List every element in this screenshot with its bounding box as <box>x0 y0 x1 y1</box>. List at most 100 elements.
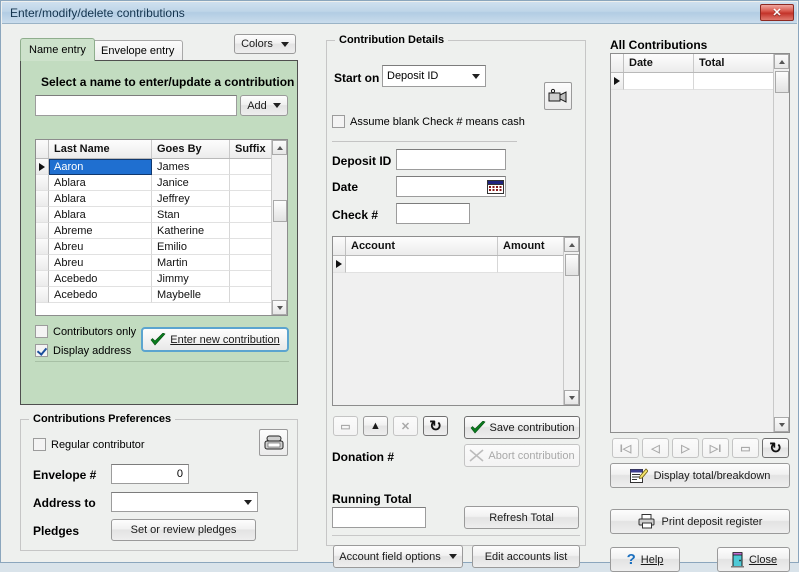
table-row[interactable]: Ablara Stan <box>36 207 287 223</box>
all-contributions-scrollbar[interactable] <box>773 54 789 432</box>
cell-last-name[interactable]: Acebedo <box>49 287 152 303</box>
cell-goes-by[interactable]: James <box>152 159 230 175</box>
column-header-account[interactable]: Account <box>346 237 498 255</box>
window-close-button[interactable]: ✕ <box>760 4 794 21</box>
cell-suffix[interactable] <box>230 255 272 271</box>
table-row[interactable] <box>333 256 579 273</box>
video-capture-button[interactable] <box>544 82 572 110</box>
add-button[interactable]: Add <box>240 95 288 116</box>
contributors-only-checkbox[interactable]: Contributors only <box>35 325 136 338</box>
cell-last-name[interactable]: Abreme <box>49 223 152 239</box>
table-row[interactable]: Ablara Janice <box>36 175 287 191</box>
phone-icon-button[interactable] <box>259 429 288 456</box>
column-header-amount[interactable]: Amount <box>498 237 563 255</box>
display-total-breakdown-button[interactable]: Display total/breakdown <box>610 463 790 488</box>
all-contributions-grid[interactable]: Date Total <box>610 53 790 433</box>
cell-suffix[interactable] <box>230 159 272 175</box>
running-total-input[interactable] <box>332 507 426 528</box>
edit-accounts-list-button[interactable]: Edit accounts list <box>472 545 580 568</box>
envelope-number-input[interactable]: 0 <box>111 464 189 484</box>
assume-blank-check-cash-checkbox[interactable]: Assume blank Check # means cash <box>332 115 525 128</box>
column-header-total[interactable]: Total <box>694 54 766 72</box>
cell-suffix[interactable] <box>230 191 272 207</box>
scroll-thumb[interactable] <box>565 254 579 276</box>
account-field-options-button[interactable]: Account field options <box>333 545 463 568</box>
table-row[interactable]: Abreme Katherine <box>36 223 287 239</box>
cell-goes-by[interactable]: Martin <box>152 255 230 271</box>
close-button[interactable]: Close <box>717 547 790 572</box>
cell-amount[interactable] <box>498 256 563 273</box>
scroll-down-button[interactable] <box>272 300 287 315</box>
refresh-button[interactable]: ↻ <box>762 438 789 458</box>
scroll-down-button[interactable] <box>564 390 579 405</box>
cell-suffix[interactable] <box>230 287 272 303</box>
cell-last-name[interactable]: Ablara <box>49 207 152 223</box>
names-grid[interactable]: Last Name Goes By Suffix Aaron James Ablar… <box>35 139 288 316</box>
cell-suffix[interactable] <box>230 175 272 191</box>
cell-goes-by[interactable]: Katherine <box>152 223 230 239</box>
regular-contributor-checkbox[interactable]: Regular contributor <box>33 438 145 451</box>
cell-last-name[interactable]: Abreu <box>49 239 152 255</box>
names-grid-scrollbar[interactable] <box>271 140 287 315</box>
cell-last-name[interactable]: Ablara <box>49 191 152 207</box>
insert-record-button[interactable]: ▲ <box>363 416 388 436</box>
cell-goes-by[interactable]: Emilio <box>152 239 230 255</box>
set-review-pledges-button[interactable]: Set or review pledges <box>111 519 256 541</box>
cell-suffix[interactable] <box>230 239 272 255</box>
cell-last-name[interactable]: Ablara <box>49 175 152 191</box>
refresh-total-button[interactable]: Refresh Total <box>464 506 579 529</box>
save-contribution-button[interactable]: Save contribution <box>464 416 580 439</box>
chevron-down-icon <box>472 74 480 79</box>
table-row[interactable] <box>611 73 789 90</box>
start-on-combo[interactable]: Deposit ID <box>382 65 486 87</box>
cell-suffix[interactable] <box>230 207 272 223</box>
deposit-id-input[interactable] <box>396 149 506 170</box>
cell-suffix[interactable] <box>230 223 272 239</box>
column-header-last-name[interactable]: Last Name <box>49 140 152 158</box>
scroll-up-button[interactable] <box>774 54 789 69</box>
display-address-label: Display address <box>53 344 132 357</box>
cancel-icon <box>469 449 484 462</box>
table-row[interactable]: Aaron James <box>36 159 287 175</box>
name-search-input[interactable] <box>35 95 237 116</box>
table-row[interactable]: Abreu Martin <box>36 255 287 271</box>
address-to-combo[interactable] <box>111 492 258 512</box>
cell-last-name[interactable]: Abreu <box>49 255 152 271</box>
display-address-checkbox[interactable]: Display address <box>35 344 131 357</box>
cell-goes-by[interactable]: Stan <box>152 207 230 223</box>
cell-account[interactable] <box>346 256 498 273</box>
cell-total[interactable] <box>694 73 766 90</box>
check-number-input[interactable] <box>396 203 470 224</box>
help-button[interactable]: ? Help <box>610 547 680 572</box>
column-header-goes-by[interactable]: Goes By <box>152 140 230 158</box>
cell-goes-by[interactable]: Maybelle <box>152 287 230 303</box>
tab-name-entry[interactable]: Name entry <box>20 38 95 61</box>
tab-envelope-entry[interactable]: Envelope entry <box>92 40 184 61</box>
cell-goes-by[interactable]: Janice <box>152 175 230 191</box>
scroll-thumb[interactable] <box>273 200 287 222</box>
table-row[interactable]: Acebedo Jimmy <box>36 271 287 287</box>
scroll-down-button[interactable] <box>774 417 789 432</box>
cell-last-name[interactable]: Aaron <box>49 159 152 175</box>
scroll-thumb[interactable] <box>775 71 789 93</box>
column-header-date[interactable]: Date <box>624 54 694 72</box>
cell-suffix[interactable] <box>230 271 272 287</box>
cell-goes-by[interactable]: Jimmy <box>152 271 230 287</box>
cell-goes-by[interactable]: Jeffrey <box>152 191 230 207</box>
print-deposit-register-button[interactable]: Print deposit register <box>610 509 790 534</box>
delete-record-button: ▭ <box>333 416 358 436</box>
colors-button[interactable]: Colors <box>234 34 296 54</box>
table-row[interactable]: Acebedo Maybelle <box>36 287 287 303</box>
table-row[interactable]: Ablara Jeffrey <box>36 191 287 207</box>
refresh-button[interactable]: ↻ <box>423 416 448 436</box>
accounts-grid-scrollbar[interactable] <box>563 237 579 405</box>
cell-date[interactable] <box>624 73 694 90</box>
enter-new-contribution-button[interactable]: Enter new contribution <box>141 327 289 352</box>
calendar-picker-button[interactable] <box>487 178 504 197</box>
accounts-grid[interactable]: Account Amount <box>332 236 580 406</box>
scroll-up-button[interactable] <box>272 140 287 155</box>
column-header-suffix[interactable]: Suffix <box>230 140 272 158</box>
scroll-up-button[interactable] <box>564 237 579 252</box>
cell-last-name[interactable]: Acebedo <box>49 271 152 287</box>
table-row[interactable]: Abreu Emilio <box>36 239 287 255</box>
